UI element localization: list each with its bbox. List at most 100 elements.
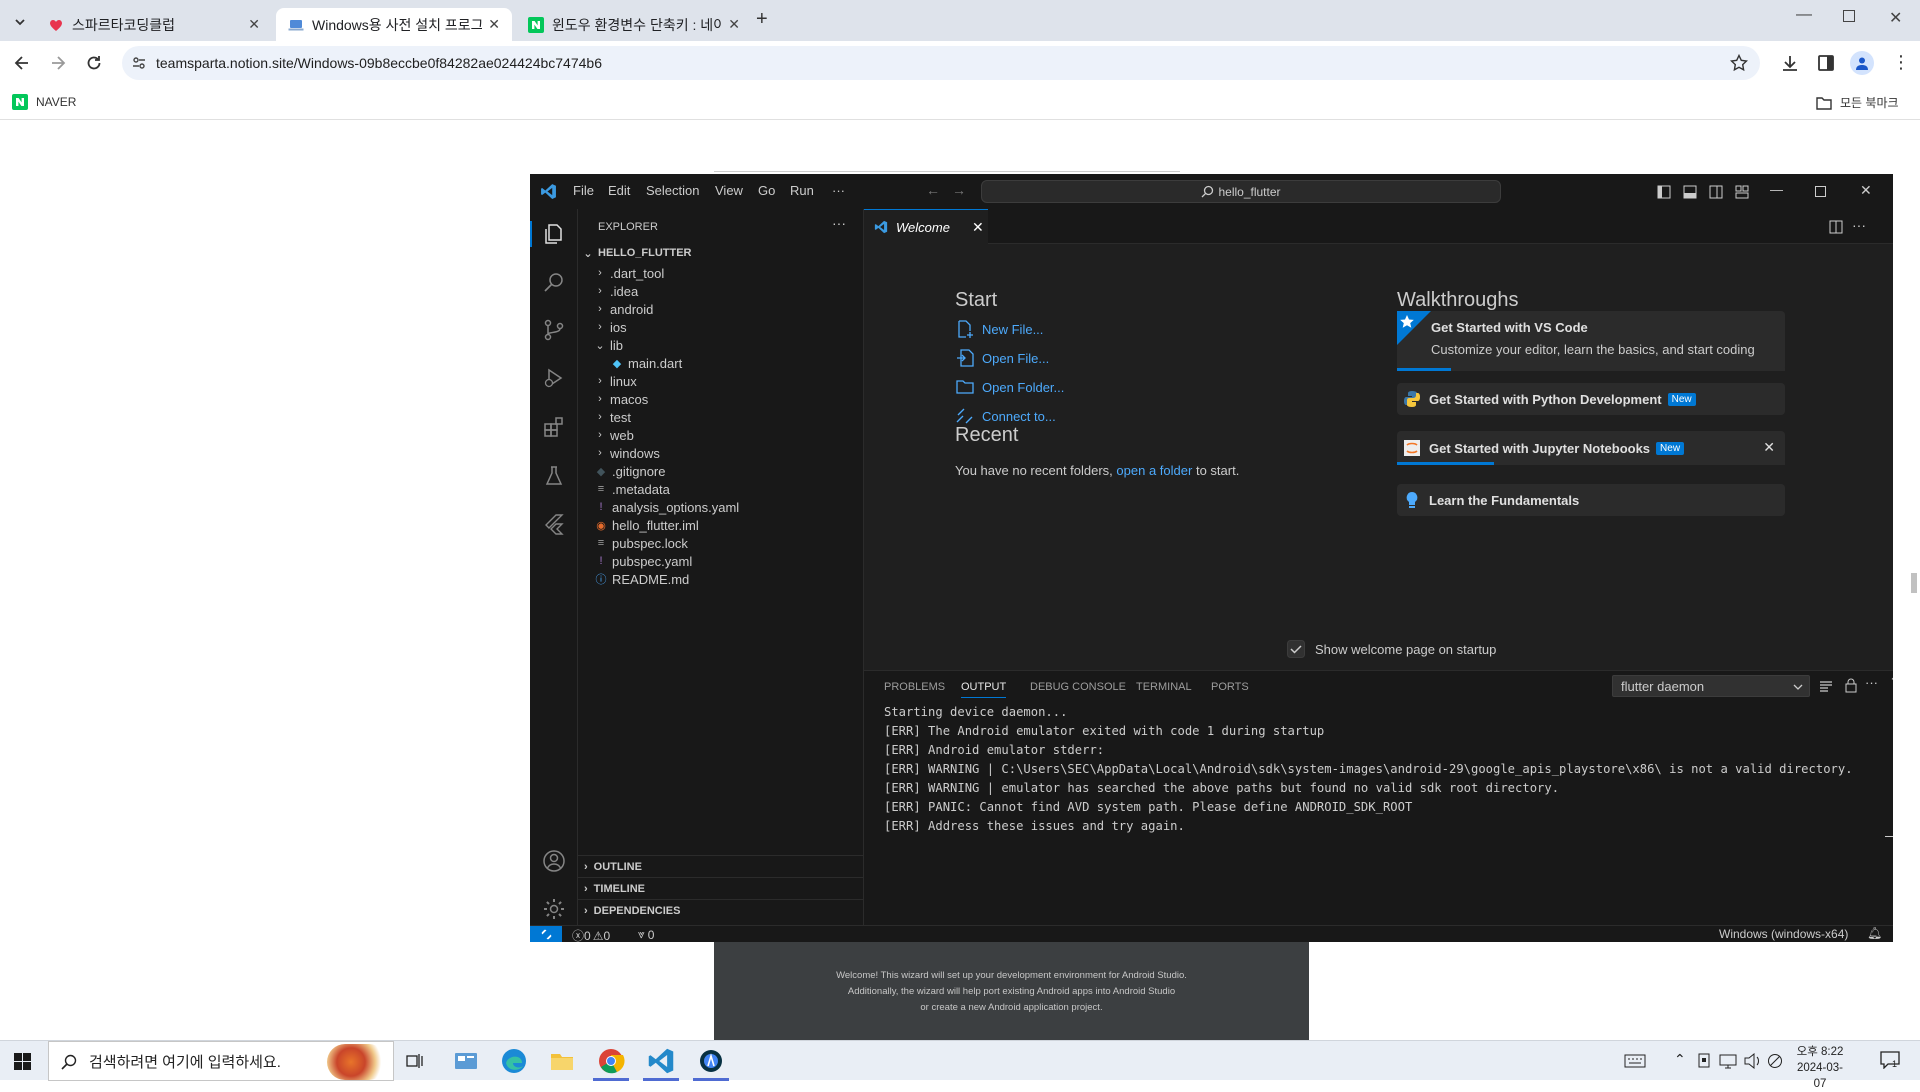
explorer-root-folder[interactable]: ⌄ HELLO_FLUTTER xyxy=(578,242,864,264)
reload-icon[interactable] xyxy=(84,53,104,73)
bookmark-star-icon[interactable] xyxy=(1730,54,1748,72)
vscode-close-icon[interactable]: ✕ xyxy=(1860,182,1872,199)
tree-file[interactable]: ≡ .metadata xyxy=(578,480,864,498)
panel-tab-problems[interactable]: PROBLEMS xyxy=(884,681,945,693)
flutter-icon[interactable] xyxy=(542,512,566,536)
notifications-bell-icon[interactable]: 🔔︎ xyxy=(1867,926,1882,940)
menu-more[interactable]: ··· xyxy=(832,183,845,198)
ports-status[interactable]: ⩔ 0 xyxy=(638,927,654,942)
customize-layout-icon[interactable] xyxy=(1735,185,1749,199)
app-icon-widget[interactable] xyxy=(452,1047,480,1075)
tree-file[interactable]: ! pubspec.yaml xyxy=(578,552,864,570)
tree-file[interactable]: ◆ .gitignore xyxy=(578,462,864,480)
forward-icon[interactable] xyxy=(48,53,68,73)
tree-file[interactable]: ≡ pubspec.lock xyxy=(578,534,864,552)
settings-gear-icon[interactable] xyxy=(542,897,566,921)
nav-forward-icon[interactable]: → xyxy=(952,182,966,198)
close-tab-icon[interactable]: ✕ xyxy=(488,16,500,33)
tree-file[interactable]: ! analysis_options.yaml xyxy=(578,498,864,516)
back-icon[interactable] xyxy=(12,53,32,73)
tab-search-button[interactable] xyxy=(8,10,32,34)
browser-tab-naver[interactable]: 윈도우 환경변수 단축키 : 네이 ✕ xyxy=(516,8,752,41)
browser-tab-sparta[interactable]: 스파르타코딩클럽 ✕ xyxy=(36,8,272,41)
walkthrough-python[interactable]: Get Started with Python Development New xyxy=(1397,383,1785,415)
side-panel-icon[interactable] xyxy=(1816,53,1836,73)
run-debug-icon[interactable] xyxy=(542,366,566,390)
panel-tab-debug-console[interactable]: DEBUG CONSOLE xyxy=(1030,681,1126,693)
toggle-panel-icon[interactable] xyxy=(1683,185,1697,199)
tab-welcome[interactable]: Welcome ✕ xyxy=(864,209,988,244)
clock[interactable]: 오후 8:22 2024-03-07 xyxy=(1792,1044,1848,1092)
outline-section[interactable]: › OUTLINE xyxy=(578,855,864,877)
maximize-panel-icon[interactable]: ⌃ xyxy=(1889,674,1893,690)
android-studio-taskbar-icon[interactable] xyxy=(697,1047,725,1075)
menu-run[interactable]: Run xyxy=(790,183,814,198)
tree-folder[interactable]: › ios xyxy=(578,318,864,336)
show-hidden-icons-icon[interactable]: ⌃ xyxy=(1674,1051,1686,1068)
command-center-search[interactable]: hello_flutter xyxy=(981,180,1501,203)
chrome-icon[interactable] xyxy=(597,1047,625,1075)
notification-center-icon[interactable]: 1 xyxy=(1880,1051,1900,1069)
site-info-icon[interactable] xyxy=(132,56,146,70)
menu-go[interactable]: Go xyxy=(758,183,775,198)
split-editor-icon[interactable] xyxy=(1829,220,1843,234)
tree-file[interactable]: ◆ main.dart xyxy=(578,354,864,372)
search-icon[interactable] xyxy=(542,270,566,294)
page-scrollbar-thumb[interactable] xyxy=(1911,573,1917,593)
editor-more-icon[interactable]: ··· xyxy=(1852,217,1866,233)
nav-back-icon[interactable]: ← xyxy=(926,182,940,198)
download-icon[interactable] xyxy=(1780,53,1800,73)
open-folder-inline-link[interactable]: open a folder xyxy=(1116,463,1192,478)
toggle-secondary-sidebar-icon[interactable] xyxy=(1709,185,1723,199)
platform-status[interactable]: Windows (windows-x64) xyxy=(1719,927,1848,941)
address-bar[interactable]: teamsparta.notion.site/Windows-09b8eccbe… xyxy=(122,46,1760,80)
panel-more-icon[interactable]: ··· xyxy=(1865,675,1878,690)
account-icon[interactable] xyxy=(542,849,566,873)
tree-folder[interactable]: › macos xyxy=(578,390,864,408)
task-view-icon[interactable] xyxy=(406,1053,424,1069)
tree-folder[interactable]: › windows xyxy=(578,444,864,462)
panel-tab-output[interactable]: OUTPUT xyxy=(961,681,1007,698)
network-icon[interactable] xyxy=(1719,1053,1737,1069)
output-channel-select[interactable]: flutter daemon xyxy=(1612,675,1810,697)
new-file-link[interactable]: New File... xyxy=(956,320,1043,338)
tree-folder[interactable]: › web xyxy=(578,426,864,444)
tree-folder[interactable]: › test xyxy=(578,408,864,426)
open-folder-link[interactable]: Open Folder... xyxy=(956,378,1064,396)
volume-icon[interactable] xyxy=(1744,1053,1762,1069)
tree-folder[interactable]: › linux xyxy=(578,372,864,390)
close-window-icon[interactable]: ✕ xyxy=(1889,8,1902,28)
walkthrough-jupyter[interactable]: Get Started with Jupyter Notebooks New ✕ xyxy=(1397,431,1785,465)
testing-icon[interactable] xyxy=(542,464,566,488)
explorer-more-icon[interactable]: ··· xyxy=(832,215,846,231)
tree-folder[interactable]: › android xyxy=(578,300,864,318)
close-tab-icon[interactable]: ✕ xyxy=(248,16,260,33)
restore-window-icon[interactable] xyxy=(1843,10,1855,22)
extensions-icon[interactable] xyxy=(542,415,566,439)
dismiss-walkthrough-icon[interactable]: ✕ xyxy=(1763,439,1775,456)
dependencies-section[interactable]: › DEPENDENCIES xyxy=(578,899,864,921)
timeline-section[interactable]: › TIMELINE xyxy=(578,877,864,899)
clear-output-icon[interactable] xyxy=(1819,679,1833,693)
connect-to-link[interactable]: Connect to... xyxy=(956,407,1056,425)
menu-edit[interactable]: Edit xyxy=(608,183,630,198)
device-icon[interactable] xyxy=(1697,1053,1711,1069)
panel-tab-ports[interactable]: PORTS xyxy=(1211,681,1249,693)
profile-avatar-icon[interactable] xyxy=(1850,51,1874,75)
taskbar-search-box[interactable]: 검색하려면 여기에 입력하세요. xyxy=(48,1041,394,1081)
tree-folder[interactable]: › .idea xyxy=(578,282,864,300)
tree-folder[interactable]: ⌄ lib xyxy=(578,336,864,354)
bookmark-naver[interactable]: NAVER xyxy=(12,94,76,110)
toggle-primary-sidebar-icon[interactable] xyxy=(1657,185,1671,199)
vscode-taskbar-icon[interactable] xyxy=(647,1047,675,1075)
vscode-maximize-icon[interactable] xyxy=(1815,186,1826,197)
remote-indicator[interactable] xyxy=(530,926,562,942)
windows-start-icon[interactable] xyxy=(14,1053,31,1070)
vscode-minimize-icon[interactable]: — xyxy=(1770,182,1783,197)
tree-file[interactable]: ◉ hello_flutter.iml xyxy=(578,516,864,534)
minimize-window-icon[interactable]: — xyxy=(1796,6,1812,24)
menu-file[interactable]: File xyxy=(573,183,594,198)
chrome-menu-icon[interactable]: ⋮ xyxy=(1892,53,1910,71)
open-file-link[interactable]: Open File... xyxy=(956,349,1049,367)
panel-tab-terminal[interactable]: TERMINAL xyxy=(1136,681,1192,693)
